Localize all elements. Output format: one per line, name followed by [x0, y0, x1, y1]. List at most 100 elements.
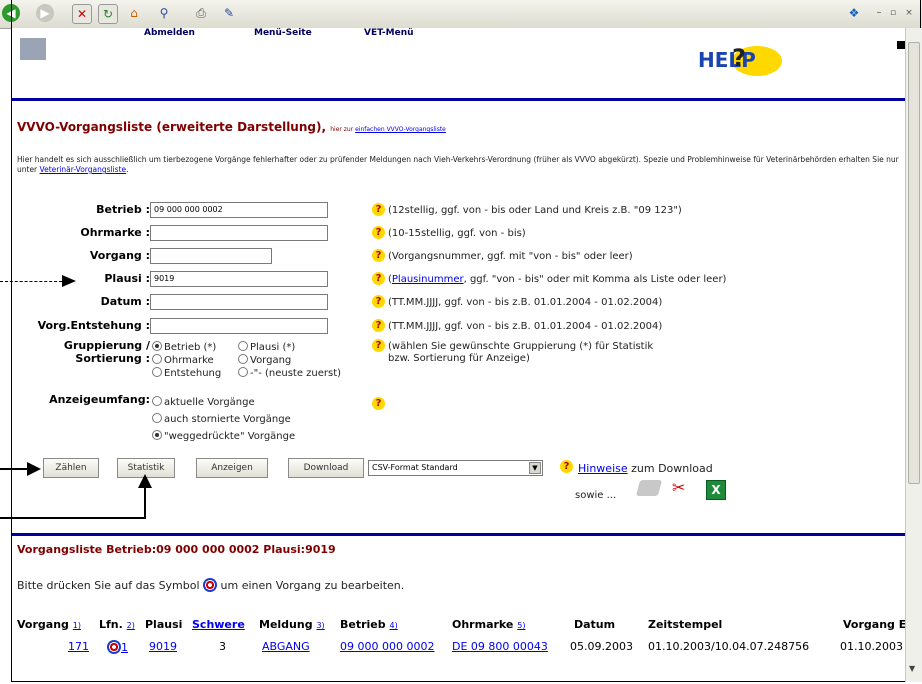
simple-list-link[interactable]: einfachen VVVO-Vorgangsliste — [355, 126, 446, 133]
sort-betrieb-link[interactable]: 4) — [389, 621, 397, 630]
edit-target-icon — [203, 578, 218, 592]
sort-vorgang-label: Vorgang — [250, 355, 292, 366]
result-instruction: Bitte drücken Sie auf das Symbol um eine… — [17, 578, 404, 592]
help-icon[interactable]: ? — [372, 226, 385, 239]
radio-icon[interactable] — [238, 354, 248, 364]
row-zeitstempel: 01.10.2003/10.04.07.248756 — [648, 640, 810, 653]
row-meldung[interactable]: ABGANG — [262, 640, 310, 653]
plausi-label: Plausi : — [104, 272, 150, 285]
col-meldung[interactable]: Meldung 3) — [259, 618, 325, 631]
help-icon[interactable]: ? — [372, 295, 385, 308]
help-icon[interactable]: ? — [372, 249, 385, 262]
download-hint-text: zum Download — [631, 462, 713, 475]
vorgang-label: Vorgang : — [89, 249, 150, 262]
menu-vet-menue[interactable]: VET-Menü — [364, 28, 414, 40]
annotation-arrow-statistik-vertical — [144, 484, 146, 519]
help-link[interactable]: HELP — [698, 48, 756, 72]
result-title: Vorgangsliste Betrieb:09 000 000 0002 Pl… — [17, 543, 336, 556]
sort-entstehung-label: Entstehung — [164, 368, 222, 379]
sort-vorgang-radio[interactable]: Vorgang — [238, 354, 291, 366]
logo-icon — [20, 38, 46, 60]
row-vorgang[interactable]: 171 — [68, 640, 89, 653]
row-ohrmarke[interactable]: DE 09 800 00043 — [452, 640, 548, 653]
format-select-value: CSV-Format Standard — [372, 463, 458, 472]
question-mark-icon: ? — [732, 44, 746, 72]
anz-weggedrueckt-radio[interactable]: "weggedrückte" Vorgänge — [152, 430, 295, 442]
anz-aktuell-radio[interactable]: aktuelle Vorgänge — [152, 396, 255, 408]
help-icon[interactable]: ? — [560, 460, 573, 473]
plausi-hint-text: , ggf. "von - bis" oder mit Komma als Li… — [463, 274, 727, 285]
radio-selected-icon[interactable] — [152, 430, 162, 440]
row-lfn: 1 — [107, 640, 128, 654]
excel-icon[interactable]: X — [706, 480, 726, 500]
col-plausi: Plausi — [145, 618, 183, 631]
radio-icon[interactable] — [238, 341, 248, 351]
row-lfn-link[interactable]: 1 — [121, 641, 128, 654]
help-icon[interactable]: ? — [372, 203, 385, 216]
scrollbar-thumb[interactable] — [908, 42, 920, 484]
col-vorgang-e: Vorgang E — [843, 618, 907, 631]
veterinaer-list-link[interactable]: Veterinär-Vorgangsliste — [40, 165, 127, 174]
ohrmarke-field[interactable] — [150, 225, 328, 241]
zaehlen-button[interactable]: Zählen — [43, 458, 99, 478]
ohrmarke-hint: (10-15stellig, ggf. von - bis) — [388, 228, 526, 239]
vorgang-field[interactable] — [150, 248, 272, 264]
page-title-text: VVVO-Vorgangsliste (erweiterte Darstellu… — [17, 120, 322, 134]
radio-icon[interactable] — [152, 367, 162, 377]
betrieb-field[interactable]: 09 000 000 0002 — [150, 202, 328, 218]
radio-selected-icon[interactable] — [152, 341, 162, 351]
col-ohrmarke[interactable]: Ohrmarke 5) — [452, 618, 525, 631]
pdf-icon[interactable]: ✂ — [672, 478, 685, 497]
info-paragraph: Hier handelt es sich ausschließlich um t… — [17, 155, 899, 174]
download-button[interactable]: Download — [288, 458, 364, 478]
sort-ohrmarke-radio[interactable]: Ohrmarke — [152, 354, 214, 366]
menu-menue-seite[interactable]: Menü-Seite — [254, 28, 312, 40]
col-lfn[interactable]: Lfn. 2) — [99, 618, 135, 631]
radio-icon[interactable] — [152, 396, 162, 406]
entstehung-label: Vorg.Entstehung : — [37, 319, 150, 332]
col-schwere[interactable]: Schwere — [192, 618, 245, 631]
grp-hint-1: (wählen Sie gewünschte Gruppierung (*) f… — [388, 341, 654, 352]
format-select[interactable]: CSV-Format Standard ▼ — [368, 460, 543, 476]
row-betrieb[interactable]: 09 000 000 0002 — [340, 640, 434, 653]
grp-plausi-radio[interactable]: Plausi (*) — [238, 341, 295, 353]
sort-ohrmarke-link[interactable]: 5) — [517, 621, 525, 630]
col-vorgang[interactable]: Vorgang 1) — [17, 618, 81, 631]
sort-vorgang-link[interactable]: 1) — [73, 621, 81, 630]
sort-neuste-radio[interactable]: -"- (neuste zuerst) — [238, 367, 341, 379]
betrieb-hint: (12stellig, ggf. von - bis oder Land und… — [388, 205, 682, 216]
row-datum: 05.09.2003 — [570, 640, 633, 653]
anz-storniert-radio[interactable]: auch stornierte Vorgänge — [152, 413, 291, 425]
row-plausi[interactable]: 9019 — [149, 640, 177, 653]
scroll-down-icon[interactable]: ▼ — [909, 664, 915, 673]
sort-ohrmarke-label: Ohrmarke — [164, 355, 214, 366]
radio-icon[interactable] — [238, 367, 248, 377]
plausinummer-link[interactable]: Plausinummer — [392, 274, 464, 285]
row-vorgang-e: 01.10.2003 — [840, 640, 903, 653]
grp-betrieb-radio[interactable]: Betrieb (*) — [152, 341, 216, 353]
sort-lfn-link[interactable]: 2) — [127, 621, 135, 630]
datum-field[interactable] — [150, 294, 328, 310]
help-icon[interactable]: ? — [372, 319, 385, 332]
printer-icon[interactable] — [635, 480, 663, 496]
hinweise-link[interactable]: Hinweise — [578, 462, 628, 475]
edit-target-icon[interactable] — [107, 640, 121, 654]
plausi-field[interactable]: 9019 — [150, 271, 328, 287]
help-icon[interactable]: ? — [372, 397, 385, 410]
help-icon[interactable]: ? — [372, 339, 385, 352]
vertical-scrollbar[interactable]: ▼ — [905, 28, 922, 682]
sort-entstehung-radio[interactable]: Entstehung — [152, 367, 221, 379]
datum-hint: (TT.MM.JJJJ, ggf. von - bis z.B. 01.01.2… — [388, 297, 663, 308]
help-icon[interactable]: ? — [372, 272, 385, 285]
col-betrieb-label: Betrieb — [340, 618, 386, 631]
col-betrieb[interactable]: Betrieb 4) — [340, 618, 398, 631]
grp-plausi-label: Plausi (*) — [250, 342, 296, 353]
sort-meldung-link[interactable]: 3) — [316, 621, 324, 630]
chevron-down-icon[interactable]: ▼ — [529, 462, 541, 474]
radio-icon[interactable] — [152, 354, 162, 364]
entstehung-field[interactable] — [150, 318, 328, 334]
anzeigen-button[interactable]: Anzeigen — [196, 458, 268, 478]
row-schwere: 3 — [219, 640, 226, 653]
menu-abmelden[interactable]: Abmelden — [144, 28, 195, 40]
radio-icon[interactable] — [152, 413, 162, 423]
